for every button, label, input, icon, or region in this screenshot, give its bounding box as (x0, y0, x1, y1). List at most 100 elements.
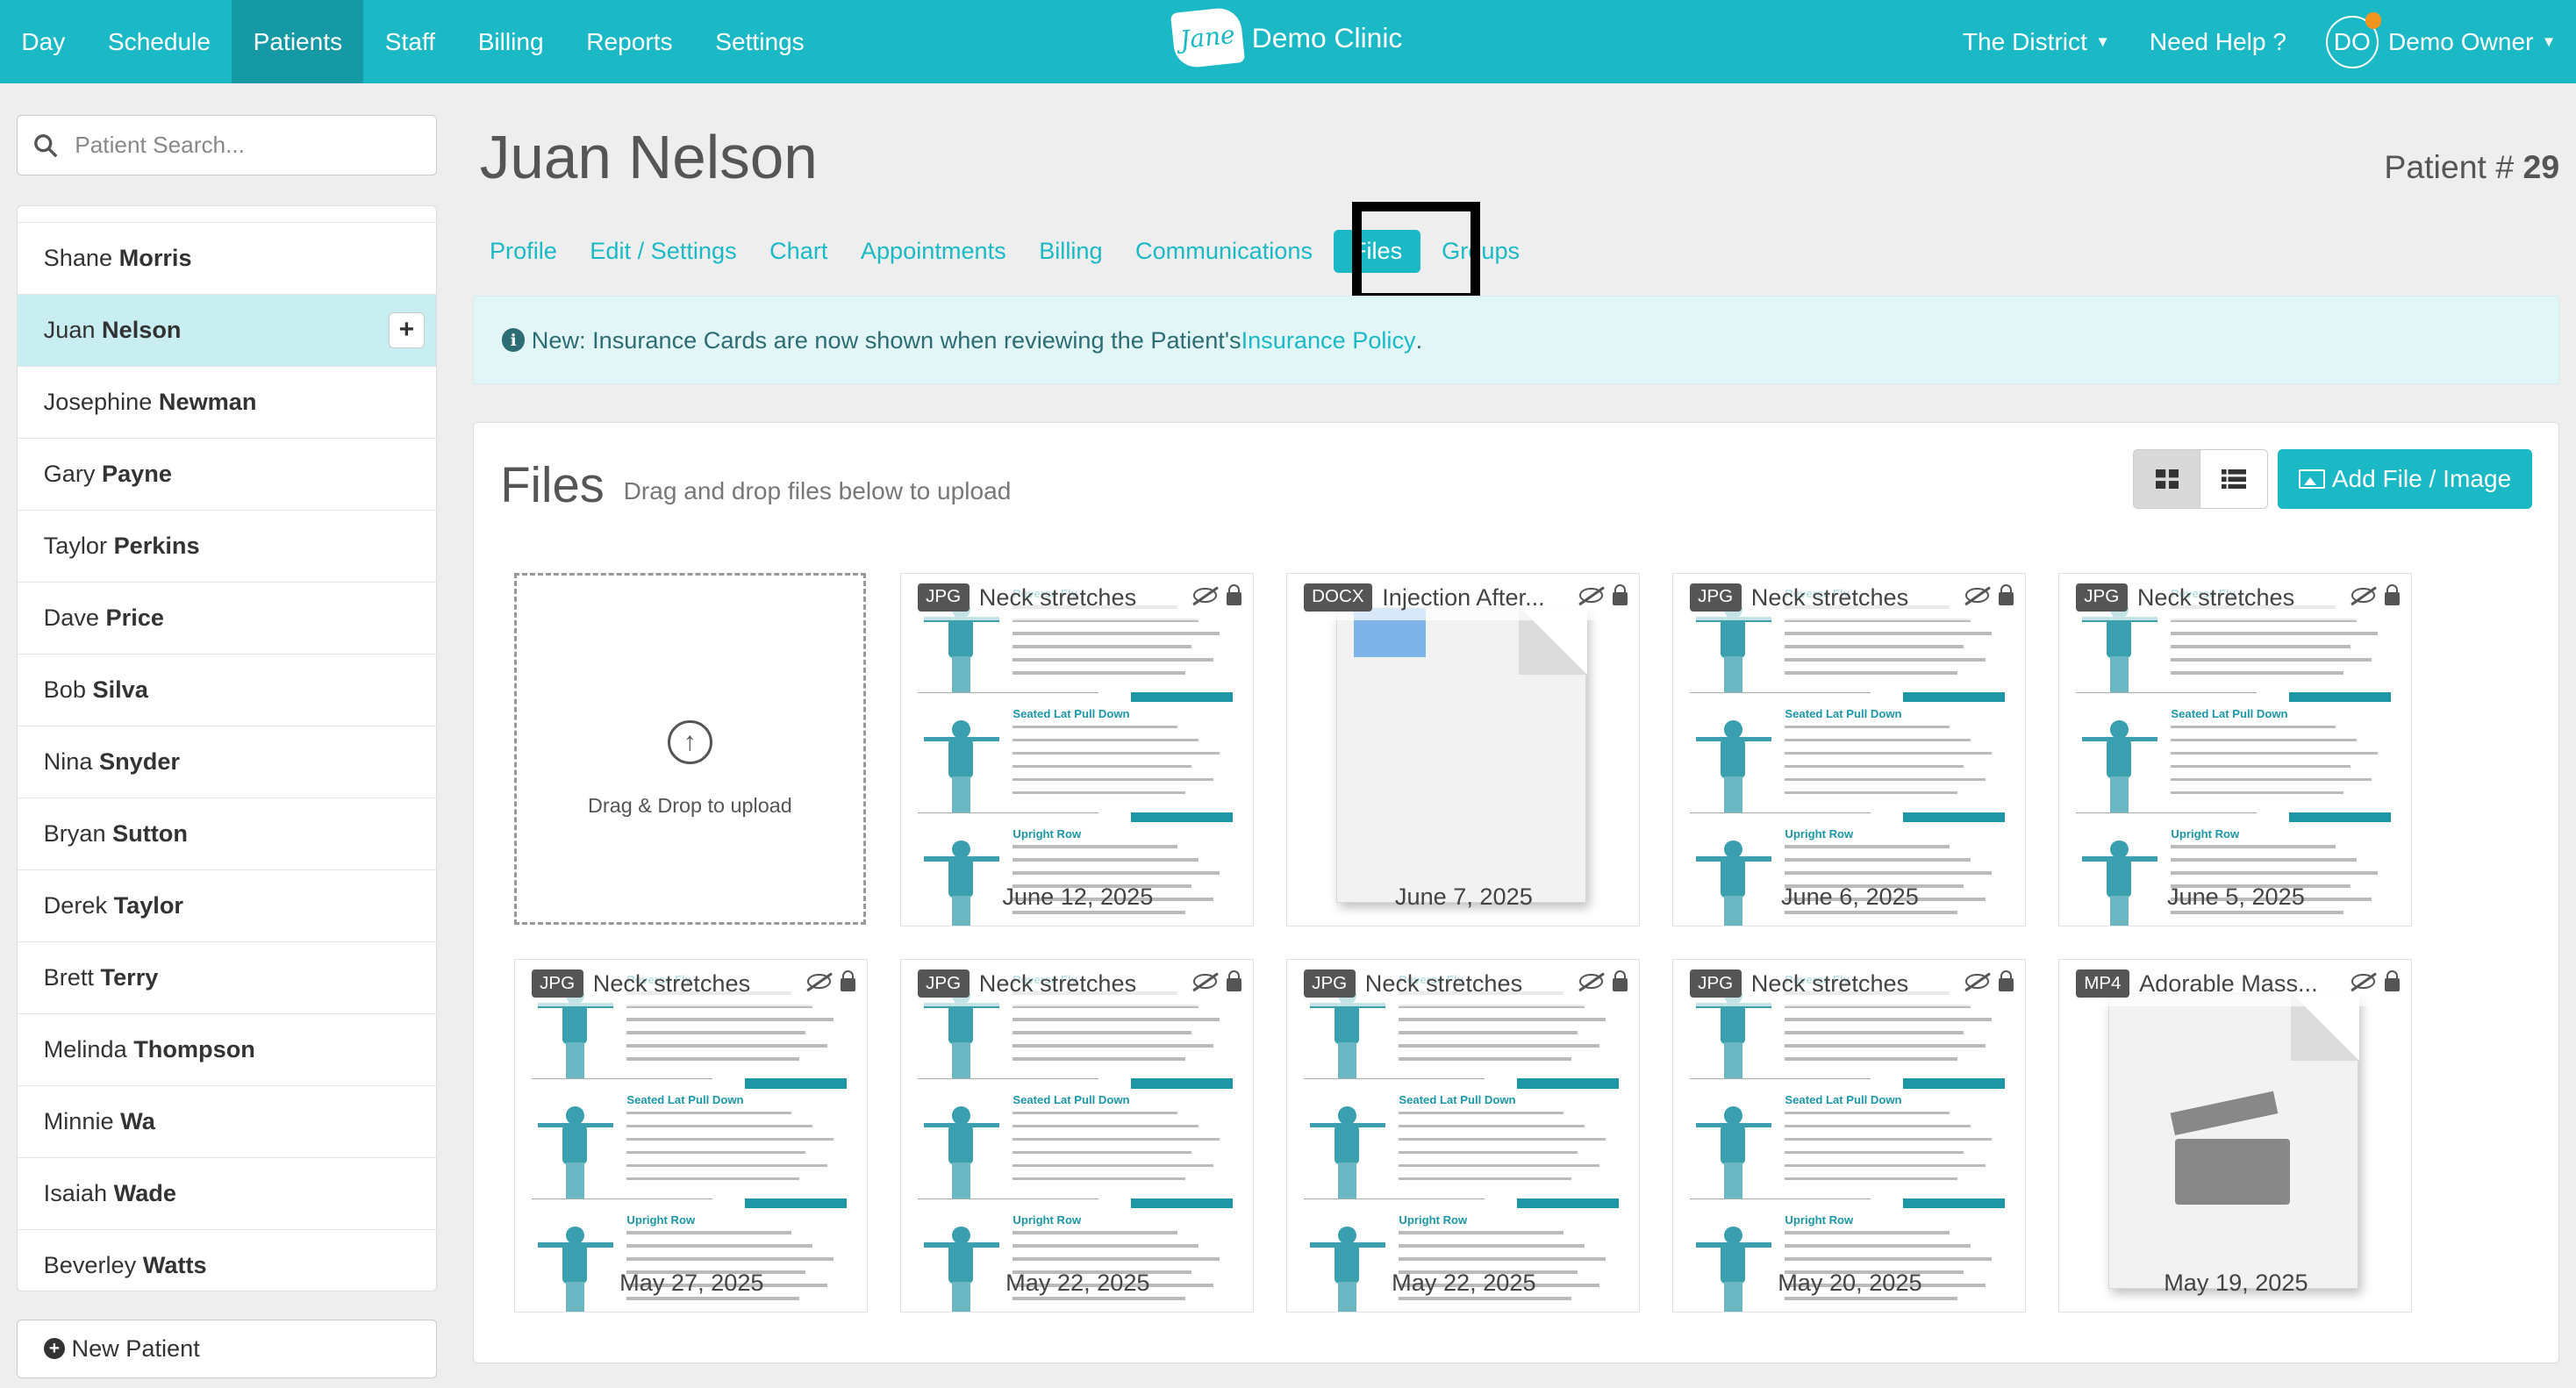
patient-list-item[interactable]: Minnie Wa (17, 1086, 437, 1158)
list-spacer (17, 206, 437, 223)
list-view-button[interactable] (2200, 449, 2268, 509)
figure-arms (538, 1122, 614, 1128)
tab-profile[interactable]: Profile (473, 230, 573, 273)
patient-list-item[interactable]: Dave Price (17, 583, 437, 655)
search-input[interactable] (75, 132, 404, 160)
upload-icon: ↑ (668, 719, 712, 765)
file-name: Neck stretches (978, 969, 1137, 997)
tab-communications[interactable]: Communications (1119, 230, 1328, 273)
file-date: June 6, 2025 (1780, 883, 1919, 911)
file-card[interactable]: DOCX Injection After... June 7, 2025 (1286, 573, 1640, 927)
exercise-block: Upright Row (2076, 827, 2392, 927)
figure-legs (1338, 1162, 1356, 1198)
nav-reports[interactable]: Reports (565, 0, 694, 83)
nav-day[interactable]: Day (0, 0, 87, 83)
patient-list-item[interactable]: Melinda Thompson (17, 1014, 437, 1086)
file-type-badge: JPG (1689, 969, 1742, 998)
worksheet-thumbnail: Reverse FlySeated Lat Pull DownUpright R… (531, 973, 848, 1313)
patient-list-item[interactable]: Nina Snyder (17, 726, 437, 798)
patient-list-item[interactable]: Beverley Watts (18, 1230, 436, 1291)
figure-head (1338, 1106, 1356, 1125)
grid-icon (2155, 469, 2179, 490)
file-date: June 12, 2025 (1002, 883, 1154, 911)
file-card[interactable]: Reverse FlySeated Lat Pull DownUpright R… (1286, 959, 1640, 1313)
figure-body (1721, 1124, 1746, 1164)
file-date: May 22, 2025 (1392, 1269, 1536, 1297)
dropzone[interactable]: ↑ Drag & Drop to upload (514, 573, 866, 926)
file-card[interactable]: Reverse FlySeated Lat Pull DownUpright R… (514, 959, 868, 1313)
file-card-icons (2351, 583, 2400, 605)
patient-list-item[interactable]: Bryan Sutton (17, 798, 437, 870)
per-week-tag (1903, 1078, 2006, 1089)
patient-list-item[interactable]: Josephine Newman (17, 367, 437, 439)
add-file-button[interactable]: Add File / Image (2278, 449, 2533, 509)
add-icon[interactable]: + (388, 311, 425, 348)
user-menu[interactable]: DO Demo Owner ▼ (2306, 0, 2576, 83)
avatar-initials: DO (2333, 27, 2371, 55)
figure-head (2110, 840, 2129, 859)
figure-legs (1724, 656, 1742, 693)
patient-last-name: Morris (118, 244, 192, 272)
patient-last-name: Wade (113, 1179, 176, 1207)
patient-list-item[interactable]: Taylor Perkins (17, 511, 437, 583)
text-line (1785, 858, 1971, 862)
lock-icon (1998, 583, 2014, 605)
patient-list-item[interactable]: Shane Morris (17, 223, 437, 295)
brand[interactable]: Jane Demo Clinic (1170, 6, 1403, 69)
file-card[interactable]: Reverse FlySeated Lat Pull DownUpright R… (1672, 959, 2026, 1313)
file-card[interactable]: Reverse FlySeated Lat Pull DownUpright R… (900, 959, 1254, 1313)
tab-appointments[interactable]: Appointments (844, 230, 1022, 273)
file-card[interactable]: Reverse FlySeated Lat Pull DownUpright R… (900, 573, 1254, 927)
text-line (1399, 1043, 1599, 1048)
patient-search[interactable] (16, 115, 438, 176)
file-card-icons (1965, 583, 2014, 605)
patient-first-name: Shane (43, 244, 113, 272)
nav-schedule[interactable]: Schedule (87, 0, 233, 83)
eye-slash-icon (2351, 588, 2375, 604)
file-type-badge: JPG (531, 969, 583, 998)
patient-first-name: Beverley (43, 1251, 137, 1279)
file-card-icons (1579, 583, 1628, 605)
new-patient-button[interactable]: + New Patient (16, 1319, 438, 1378)
tab-chart[interactable]: Chart (753, 230, 844, 273)
patient-list-item[interactable]: Juan Nelson + (17, 294, 437, 367)
exercise-stats-bar (1689, 1198, 2006, 1209)
nav-patients[interactable]: Patients (232, 0, 364, 84)
exercise-block: Upright Row (532, 1213, 848, 1313)
exercise-stats-bar (917, 1198, 1234, 1209)
clapperboard-icon (2170, 1091, 2291, 1205)
file-card[interactable]: Reverse FlySeated Lat Pull DownUpright R… (2058, 573, 2412, 927)
nav-settings[interactable]: Settings (694, 0, 826, 83)
tab-billing[interactable]: Billing (1022, 230, 1119, 273)
patient-list-item[interactable]: Brett Terry (17, 942, 437, 1014)
exercise-figure (1310, 1220, 1386, 1313)
nav-billing[interactable]: Billing (456, 0, 565, 83)
stats-line (917, 692, 1098, 702)
nav-staff[interactable]: Staff (363, 0, 456, 83)
per-week-tag (1903, 1198, 2006, 1209)
patient-list-item[interactable]: Bob Silva (17, 655, 437, 726)
insurance-policy-link[interactable]: Insurance Policy (1241, 326, 1416, 354)
file-card[interactable]: Reverse FlySeated Lat Pull DownUpright R… (1672, 573, 2026, 927)
patient-last-name: Taylor (113, 891, 183, 919)
exercise-block: Seated Lat Pull Down (1303, 1093, 1620, 1212)
figure-arms (2082, 736, 2158, 742)
grid-view-button[interactable] (2133, 449, 2201, 509)
tab-edit-settings[interactable]: Edit / Settings (574, 230, 754, 273)
text-line (1785, 1297, 1957, 1301)
figure-body (948, 1005, 974, 1044)
clinic-name: Demo Clinic (1251, 21, 1403, 54)
patient-list-item[interactable]: Derek Taylor (17, 870, 437, 942)
patient-list-item[interactable]: Isaiah Wade (17, 1158, 437, 1230)
figure-body (1721, 618, 1746, 658)
patient-list-item[interactable]: Gary Payne (17, 439, 437, 511)
file-card-icons (1579, 969, 1628, 992)
text-line (1785, 911, 1957, 914)
text-line (1785, 1231, 1950, 1235)
file-type-badge: MP4 (2075, 969, 2129, 998)
text-line (1013, 1111, 1177, 1115)
help-link[interactable]: Need Help ? (2129, 0, 2306, 83)
location-dropdown[interactable]: The District ▼ (1943, 0, 2129, 83)
file-card[interactable]: MP4 Adorable Mass... May 19, 2025 (2058, 959, 2412, 1313)
text-line (2171, 871, 2379, 876)
